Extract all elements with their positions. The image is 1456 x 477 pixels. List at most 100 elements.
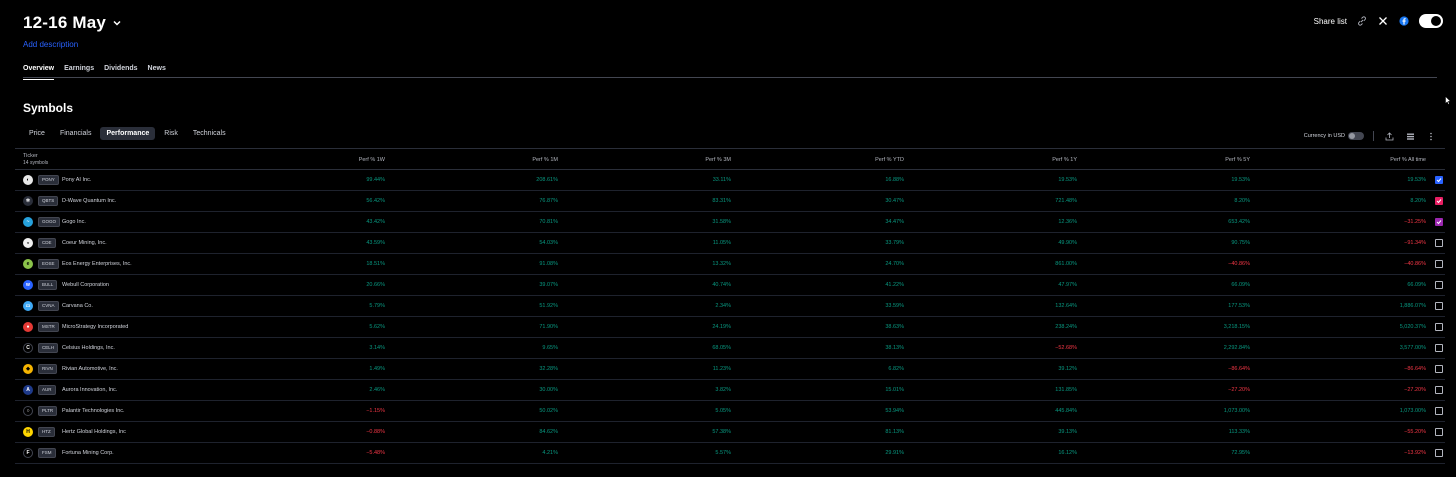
cell-perf-1w: 3.14% — [369, 345, 385, 351]
tab-risk[interactable]: Risk — [158, 127, 184, 140]
ticker-symbol-badge[interactable]: PLTR — [38, 406, 58, 416]
row-checkbox[interactable] — [1435, 197, 1443, 205]
ticker-symbol-badge[interactable]: FSM — [38, 448, 56, 458]
ticker-symbol-badge[interactable]: MSTR — [38, 322, 59, 332]
tab-performance[interactable]: Performance — [100, 127, 156, 140]
cell-perf-1w: 99.44% — [366, 177, 385, 183]
table-header: Ticker 14 symbols Perf % 1W Perf % 1M Pe… — [15, 148, 1445, 170]
tab-price[interactable]: Price — [23, 127, 51, 140]
table-row[interactable]: C CELH Celsius Holdings, Inc. 3.14% 9.65% 68.… — [15, 338, 1445, 359]
company-name[interactable]: Webull Corporation — [62, 282, 109, 288]
row-checkbox[interactable] — [1435, 239, 1443, 247]
row-checkbox[interactable] — [1435, 260, 1443, 268]
col-header-perf-3m[interactable]: Perf % 3M — [705, 157, 731, 163]
cell-perf-1y: 861.00% — [1055, 261, 1077, 267]
company-name[interactable]: Fortuna Mining Corp. — [62, 450, 114, 456]
cell-perf-1y: 47.97% — [1058, 282, 1077, 288]
company-name[interactable]: Carvana Co. — [62, 303, 93, 309]
company-name[interactable]: Palantir Technologies Inc. — [62, 408, 125, 414]
cell-perf-1w: 43.42% — [366, 219, 385, 225]
chevron-down-icon — [113, 20, 121, 26]
export-icon[interactable] — [1383, 130, 1395, 142]
table-row[interactable]: A AUR Aurora Innovation, Inc. 2.46% 30.00% 3.… — [15, 380, 1445, 401]
col-header-perf-1m[interactable]: Perf % 1M — [532, 157, 558, 163]
add-description-link[interactable]: Add description — [23, 40, 78, 49]
ticker-symbol-badge[interactable]: CDE — [38, 238, 56, 248]
share-list-toggle[interactable] — [1419, 14, 1443, 28]
ticker-symbol-badge[interactable]: AUR — [38, 385, 56, 395]
table-row[interactable]: ~ GOGO Gogo Inc. 43.42% 70.81% 31.58% 34.47% 12… — [15, 212, 1445, 233]
row-checkbox[interactable] — [1435, 176, 1443, 184]
company-name[interactable]: Pony AI Inc. — [62, 177, 91, 183]
row-checkbox[interactable] — [1435, 365, 1443, 373]
company-name[interactable]: Aurora Innovation, Inc. — [62, 387, 117, 393]
ticker-symbol-badge[interactable]: CVNA — [38, 301, 59, 311]
table-row[interactable]: ● MSTR MicroStrategy Incorporated 5.62% 71.9… — [15, 317, 1445, 338]
company-name[interactable]: Celsius Holdings, Inc. — [62, 345, 115, 351]
company-name[interactable]: Hertz Global Holdings, Inc — [62, 429, 126, 435]
cell-perf-5y: 19.53% — [1231, 177, 1250, 183]
company-name[interactable]: Eos Energy Enterprises, Inc. — [62, 261, 132, 267]
row-checkbox[interactable] — [1435, 218, 1443, 226]
row-checkbox[interactable] — [1435, 302, 1443, 310]
table-body: ◐ PONY Pony AI Inc. 99.44% 208.61% 33.11% 16.8… — [15, 170, 1445, 464]
cell-perf-all-time: 5,020.37% — [1399, 324, 1426, 330]
company-name[interactable]: Rivian Automotive, Inc. — [62, 366, 118, 372]
company-name[interactable]: D-Wave Quantum Inc. — [62, 198, 116, 204]
company-name[interactable]: Gogo Inc. — [62, 219, 86, 225]
tab-technicals[interactable]: Technicals — [187, 127, 232, 140]
layout-grid-icon[interactable] — [1404, 130, 1416, 142]
ticker-symbol-badge[interactable]: EOSE — [38, 259, 59, 269]
company-logo-icon: ○ — [23, 406, 33, 416]
view-tabs: Price Financials Performance Risk Techni… — [23, 127, 232, 140]
col-header-perf-1y[interactable]: Perf % 1Y — [1052, 157, 1077, 163]
facebook-share-icon[interactable] — [1398, 15, 1410, 27]
cell-perf-3m: 24.19% — [712, 324, 731, 330]
company-logo-icon: ✲ — [23, 196, 33, 206]
row-checkbox[interactable] — [1435, 344, 1443, 352]
table-row[interactable]: ✲ QBTS D-Wave Quantum Inc. 56.42% 76.87% 83.3… — [15, 191, 1445, 212]
company-name[interactable]: MicroStrategy Incorporated — [62, 324, 128, 330]
currency-toggle[interactable] — [1348, 132, 1364, 140]
cell-perf-1w: −1.15% — [366, 408, 385, 414]
row-checkbox[interactable] — [1435, 281, 1443, 289]
table-row[interactable]: ◐ PONY Pony AI Inc. 99.44% 208.61% 33.11% 16.8… — [15, 170, 1445, 191]
ticker-symbol-badge[interactable]: PONY — [38, 175, 59, 185]
link-icon[interactable] — [1356, 15, 1368, 27]
col-header-perf-all-time[interactable]: Perf % All time — [1390, 157, 1426, 163]
ticker-symbol-badge[interactable]: BULL — [38, 280, 58, 290]
table-row[interactable]: ◒ CDE Coeur Mining, Inc. 43.59% 54.03% 11.05%… — [15, 233, 1445, 254]
more-options-icon[interactable] — [1425, 130, 1437, 142]
cell-perf-1y: 19.53% — [1058, 177, 1077, 183]
row-checkbox[interactable] — [1435, 449, 1443, 457]
table-row[interactable]: ◆ RIVN Rivian Automotive, Inc. 1.49% 32.28% 1… — [15, 359, 1445, 380]
row-checkbox[interactable] — [1435, 407, 1443, 415]
company-name[interactable]: Coeur Mining, Inc. — [62, 240, 107, 246]
table-row[interactable]: ○ PLTR Palantir Technologies Inc. −1.15% 50.… — [15, 401, 1445, 422]
table-row[interactable]: e EOSE Eos Energy Enterprises, Inc. 18.51% 9… — [15, 254, 1445, 275]
table-row[interactable]: w BULL Webull Corporation 20.66% 39.07% 40.74… — [15, 275, 1445, 296]
row-checkbox[interactable] — [1435, 386, 1443, 394]
table-row[interactable]: F FSM Fortuna Mining Corp. −5.48% 4.21% 5.57%… — [15, 443, 1445, 464]
table-row[interactable]: ▭ CVNA Carvana Co. 5.79% 51.92% 2.34% 33.59% 13… — [15, 296, 1445, 317]
ticker-symbol-badge[interactable]: RIVN — [38, 364, 57, 374]
ticker-header[interactable]: Ticker — [23, 153, 38, 159]
col-header-perf-ytd[interactable]: Perf % YTD — [875, 157, 904, 163]
row-checkbox[interactable] — [1435, 428, 1443, 436]
x-share-icon[interactable] — [1377, 15, 1389, 27]
ticker-symbol-badge[interactable]: GOGO — [38, 217, 61, 227]
row-checkbox[interactable] — [1435, 323, 1443, 331]
ticker-symbol-badge[interactable]: QBTS — [38, 196, 59, 206]
table-row[interactable]: H HTZ Hertz Global Holdings, Inc −0.88% 84.6… — [15, 422, 1445, 443]
list-title-dropdown[interactable]: 12-16 May — [23, 13, 122, 33]
col-header-perf-5y[interactable]: Perf % 5Y — [1225, 157, 1250, 163]
ticker-symbol-badge[interactable]: HTZ — [38, 427, 55, 437]
ticker-symbol-badge[interactable]: CELH — [38, 343, 59, 353]
col-header-perf-1w[interactable]: Perf % 1W — [359, 157, 385, 163]
cell-perf-1y: 132.64% — [1055, 303, 1077, 309]
tab-financials[interactable]: Financials — [54, 127, 98, 140]
cell-perf-ytd: 53.94% — [885, 408, 904, 414]
company-logo-icon: F — [23, 448, 33, 458]
cell-perf-1m: 76.87% — [539, 198, 558, 204]
cell-perf-1m: 32.28% — [539, 366, 558, 372]
